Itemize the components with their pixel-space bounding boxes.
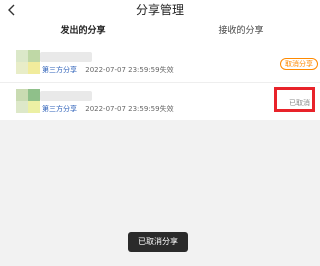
tab-sent-shares[interactable]: 发出的分享 [56,24,110,38]
share-type-label: 第三方分享 [42,66,77,74]
blurred-file-name [40,52,92,62]
share-meta: 第三方分享 2022-07-07 23:59:59失效 [42,104,174,114]
app-header: 分享管理 [0,0,320,20]
cancel-share-button[interactable]: 取消分享 [280,58,318,70]
share-meta: 第三方分享 2022-07-07 23:59:59失效 [42,65,174,75]
share-list: 第三方分享 2022-07-07 23:59:59失效 取消分享 第三方分享 2… [0,44,320,120]
blurred-file-name [40,91,92,101]
list-item[interactable]: 第三方分享 2022-07-07 23:59:59失效 取消分享 [0,44,320,82]
share-thumbnail [16,89,40,113]
share-type-label: 第三方分享 [42,105,77,113]
page-title: 分享管理 [135,3,184,17]
share-thumbnail [16,50,40,74]
expiry-text: 2022-07-07 23:59:59失效 [85,105,174,113]
tab-received-shares[interactable]: 接收的分享 [211,24,271,38]
toast-message: 已取消分享 [128,232,188,252]
list-item[interactable]: 第三方分享 2022-07-07 23:59:59失效 已取消 [0,82,320,121]
tab-bar: 发出的分享 接收的分享 [0,20,320,62]
highlight-annotation-box [274,87,315,112]
expiry-text: 2022-07-07 23:59:59失效 [85,66,174,74]
